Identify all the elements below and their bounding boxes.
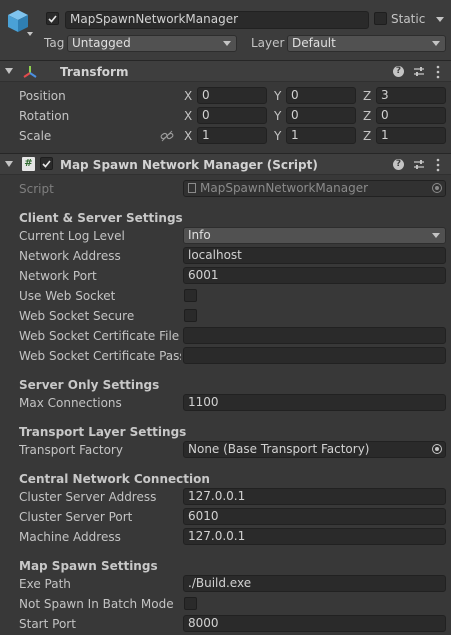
- network-port-field[interactable]: 6001: [183, 267, 446, 284]
- max-connections-label: Max Connections: [19, 396, 122, 410]
- transform-icon: [22, 64, 38, 80]
- gameobject-icon-dropdown-arrow[interactable]: [27, 32, 33, 36]
- exe-path-label: Exe Path: [19, 577, 71, 591]
- position-label: Position: [19, 89, 66, 103]
- log-level-value: Info: [188, 228, 211, 242]
- chevron-down-icon: [432, 41, 440, 46]
- foldout-triangle-icon[interactable]: [5, 68, 13, 74]
- network-address-field[interactable]: localhost: [183, 247, 446, 264]
- chevron-down-icon: [432, 233, 440, 238]
- tag-label: Tag: [44, 36, 65, 50]
- transport-layer-settings-heading: Transport Layer Settings: [19, 425, 187, 439]
- not-spawn-batch-checkbox[interactable]: [184, 597, 197, 610]
- scale-x-label[interactable]: X: [184, 128, 192, 144]
- scale-y-field[interactable]: 1: [286, 127, 356, 144]
- cluster-server-address-label: Cluster Server Address: [19, 490, 157, 504]
- cluster-server-port-field[interactable]: 6010: [183, 508, 446, 525]
- log-level-dropdown[interactable]: Info: [183, 227, 446, 244]
- rotation-z-field[interactable]: 0: [376, 107, 446, 124]
- object-picker-icon[interactable]: [432, 444, 442, 454]
- cluster-server-port-label: Cluster Server Port: [19, 510, 133, 524]
- machine-address-field[interactable]: 127.0.0.1: [183, 528, 446, 545]
- scale-y-label[interactable]: Y: [274, 128, 281, 144]
- rotation-y-field[interactable]: 0: [286, 107, 356, 124]
- static-label: Static: [391, 12, 426, 26]
- presets-icon[interactable]: [413, 157, 425, 173]
- position-y-label[interactable]: Y: [274, 88, 281, 104]
- layer-value: Default: [292, 36, 336, 50]
- cert-pass-field[interactable]: [183, 347, 446, 364]
- map-spawn-settings-heading: Map Spawn Settings: [19, 559, 158, 573]
- cluster-server-address-field[interactable]: 127.0.0.1: [183, 488, 446, 505]
- start-port-field[interactable]: 8000: [183, 615, 446, 632]
- client-server-settings-heading: Client & Server Settings: [19, 211, 183, 225]
- rotation-label: Rotation: [19, 109, 70, 123]
- script-component-title: Map Spawn Network Manager (Script): [60, 158, 318, 172]
- cert-file-field[interactable]: [183, 327, 446, 344]
- scale-z-label[interactable]: Z: [363, 128, 371, 144]
- rotation-z-label[interactable]: Z: [363, 108, 371, 124]
- scale-x-field[interactable]: 1: [197, 127, 267, 144]
- transport-factory-label: Transport Factory: [19, 443, 123, 457]
- not-spawn-batch-label: Not Spawn In Batch Mode: [19, 597, 174, 611]
- machine-address-label: Machine Address: [19, 530, 121, 544]
- rotation-x-field[interactable]: 0: [197, 107, 267, 124]
- script-value: MapSpawnNetworkManager: [200, 181, 369, 195]
- network-port-label: Network Port: [19, 269, 97, 283]
- object-picker-icon: [432, 183, 442, 193]
- position-x-field[interactable]: 0: [197, 87, 267, 104]
- rotation-y-label[interactable]: Y: [274, 108, 281, 124]
- position-z-label[interactable]: Z: [363, 88, 371, 104]
- help-icon[interactable]: ?: [393, 159, 404, 170]
- csharp-script-icon: #: [22, 157, 35, 171]
- layer-label: Layer: [251, 36, 285, 50]
- script-object-field: MapSpawnNetworkManager: [183, 180, 446, 197]
- position-y-field[interactable]: 0: [286, 87, 356, 104]
- static-toggle[interactable]: [374, 12, 387, 25]
- use-web-socket-label: Use Web Socket: [19, 289, 116, 303]
- log-level-label: Current Log Level: [19, 229, 125, 243]
- rotation-x-label[interactable]: X: [184, 108, 192, 124]
- layer-dropdown[interactable]: Default: [287, 35, 446, 52]
- tag-value: Untagged: [72, 36, 131, 50]
- foldout-triangle-icon[interactable]: [5, 161, 13, 167]
- scale-z-field[interactable]: 1: [376, 127, 446, 144]
- central-network-connection-heading: Central Network Connection: [19, 472, 210, 486]
- chevron-down-icon: [223, 41, 231, 46]
- static-dropdown-arrow[interactable]: [436, 17, 444, 22]
- server-only-settings-heading: Server Only Settings: [19, 378, 160, 392]
- max-connections-field[interactable]: 1100: [183, 394, 446, 411]
- use-web-socket-checkbox[interactable]: [184, 289, 197, 302]
- exe-path-field[interactable]: ./Build.exe: [183, 575, 446, 592]
- gameobject-name-field[interactable]: MapSpawnNetworkManager: [65, 11, 369, 29]
- scale-label: Scale: [19, 129, 52, 143]
- checkmark-icon: [42, 160, 51, 168]
- transport-factory-value: None (Base Transport Factory): [188, 442, 370, 456]
- presets-icon[interactable]: [413, 64, 425, 80]
- web-socket-secure-label: Web Socket Secure: [19, 309, 135, 323]
- position-z-field[interactable]: 3: [376, 87, 446, 104]
- script-label: Script: [19, 182, 54, 196]
- script-file-icon: [188, 183, 196, 193]
- transform-title: Transform: [60, 65, 129, 79]
- gameobject-cube-icon: [6, 8, 30, 34]
- cert-file-label: Web Socket Certificate File P: [19, 329, 181, 343]
- help-icon[interactable]: ?: [393, 66, 404, 77]
- kebab-menu-icon[interactable]: [436, 157, 440, 173]
- script-enabled-toggle[interactable]: [40, 157, 53, 170]
- network-address-label: Network Address: [19, 249, 121, 263]
- cert-pass-label: Web Socket Certificate Passv: [19, 349, 181, 363]
- transport-factory-field[interactable]: None (Base Transport Factory): [183, 441, 446, 458]
- gameobject-active-toggle[interactable]: [46, 12, 59, 25]
- constrain-proportions-link-icon[interactable]: [160, 129, 174, 143]
- position-x-label[interactable]: X: [184, 88, 192, 104]
- web-socket-secure-checkbox[interactable]: [184, 309, 197, 322]
- tag-dropdown[interactable]: Untagged: [67, 35, 237, 52]
- checkmark-icon: [48, 15, 57, 23]
- kebab-menu-icon[interactable]: [436, 64, 440, 80]
- start-port-label: Start Port: [19, 617, 76, 631]
